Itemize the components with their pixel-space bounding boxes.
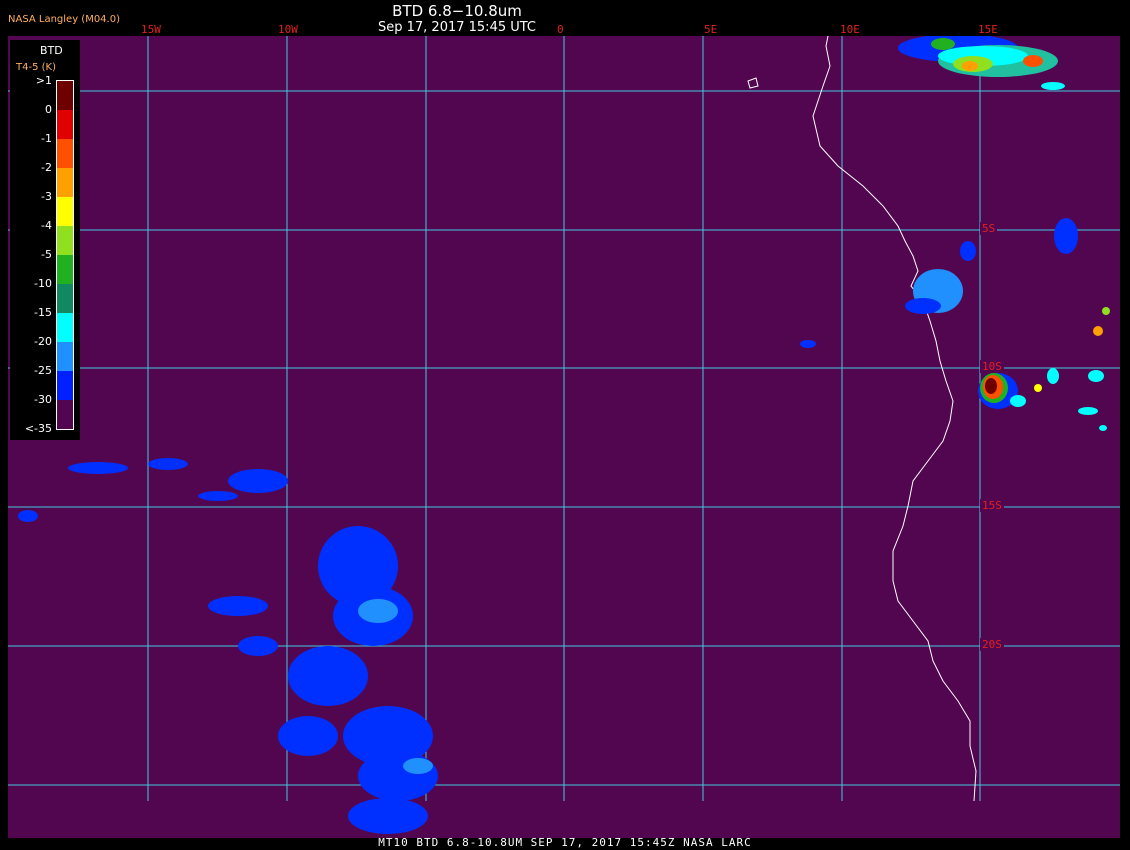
- island-outline: [747, 77, 759, 89]
- legend-swatch: [57, 400, 73, 429]
- cloud-region-east: [800, 218, 1110, 431]
- legend-swatch: [57, 168, 73, 197]
- legend-label: -2: [41, 161, 52, 174]
- credit-label: NASA Langley (M04.0): [8, 14, 120, 25]
- legend-label: -4: [41, 219, 52, 232]
- legend-colorbar: [56, 80, 74, 430]
- lat-label-20s: 20S: [980, 638, 1004, 651]
- africa-coastline: [812, 36, 977, 802]
- lon-label-15w: 15W: [141, 23, 161, 36]
- storm-cell-10s: [978, 373, 1042, 409]
- legend-swatch: [57, 255, 73, 284]
- lat-label-10s: 10S: [980, 360, 1004, 373]
- legend-label: <-35: [24, 422, 52, 435]
- legend-label: -15: [34, 306, 52, 319]
- legend-label: -10: [34, 277, 52, 290]
- lon-label-15e: 15E: [978, 23, 998, 36]
- graticule: [8, 36, 1120, 801]
- legend-label: >1: [35, 74, 52, 87]
- lon-label-0: 0: [557, 23, 564, 36]
- lon-label-5e: 5E: [704, 23, 718, 36]
- legend-swatch: [57, 342, 73, 371]
- legend-label: -5: [41, 248, 52, 261]
- legend-label: -25: [34, 364, 52, 377]
- color-legend: BTD T4-5 (K) >1 0 -1 -2 -3 -4 -5 -10 -15 -20 -25 -3…: [10, 40, 80, 440]
- lat-label-15s: 15S: [980, 499, 1004, 512]
- legend-title: BTD: [40, 44, 63, 57]
- legend-swatch: [57, 313, 73, 342]
- legend-swatch: [57, 284, 73, 313]
- map-layer: [8, 36, 1120, 834]
- satellite-map[interactable]: 5S 10S 15S 20S: [8, 36, 1120, 838]
- map-datetime: Sep 17, 2017 15:45 UTC: [377, 20, 537, 35]
- legend-swatch: [57, 81, 73, 110]
- legend-swatch: [57, 139, 73, 168]
- legend-subtitle: T4-5 (K): [16, 62, 56, 73]
- legend-label: -1: [41, 132, 52, 145]
- legend-swatch: [57, 197, 73, 226]
- lon-label-10w: 10W: [278, 23, 298, 36]
- legend-label: -30: [34, 393, 52, 406]
- footer-caption: MT10 BTD 6.8-10.8UM SEP 17, 2017 15:45Z …: [378, 836, 752, 849]
- legend-label: -3: [41, 190, 52, 203]
- legend-swatch: [57, 110, 73, 139]
- cloud-region-ne: [898, 36, 1065, 90]
- map-title: BTD 6.8−10.8um: [392, 2, 522, 20]
- lat-label-5s: 5S: [980, 222, 998, 235]
- lon-label-10e: 10E: [840, 23, 860, 36]
- legend-label: 0: [45, 103, 52, 116]
- legend-swatch: [57, 371, 73, 400]
- legend-swatch: [57, 226, 73, 255]
- legend-label: -20: [34, 335, 52, 348]
